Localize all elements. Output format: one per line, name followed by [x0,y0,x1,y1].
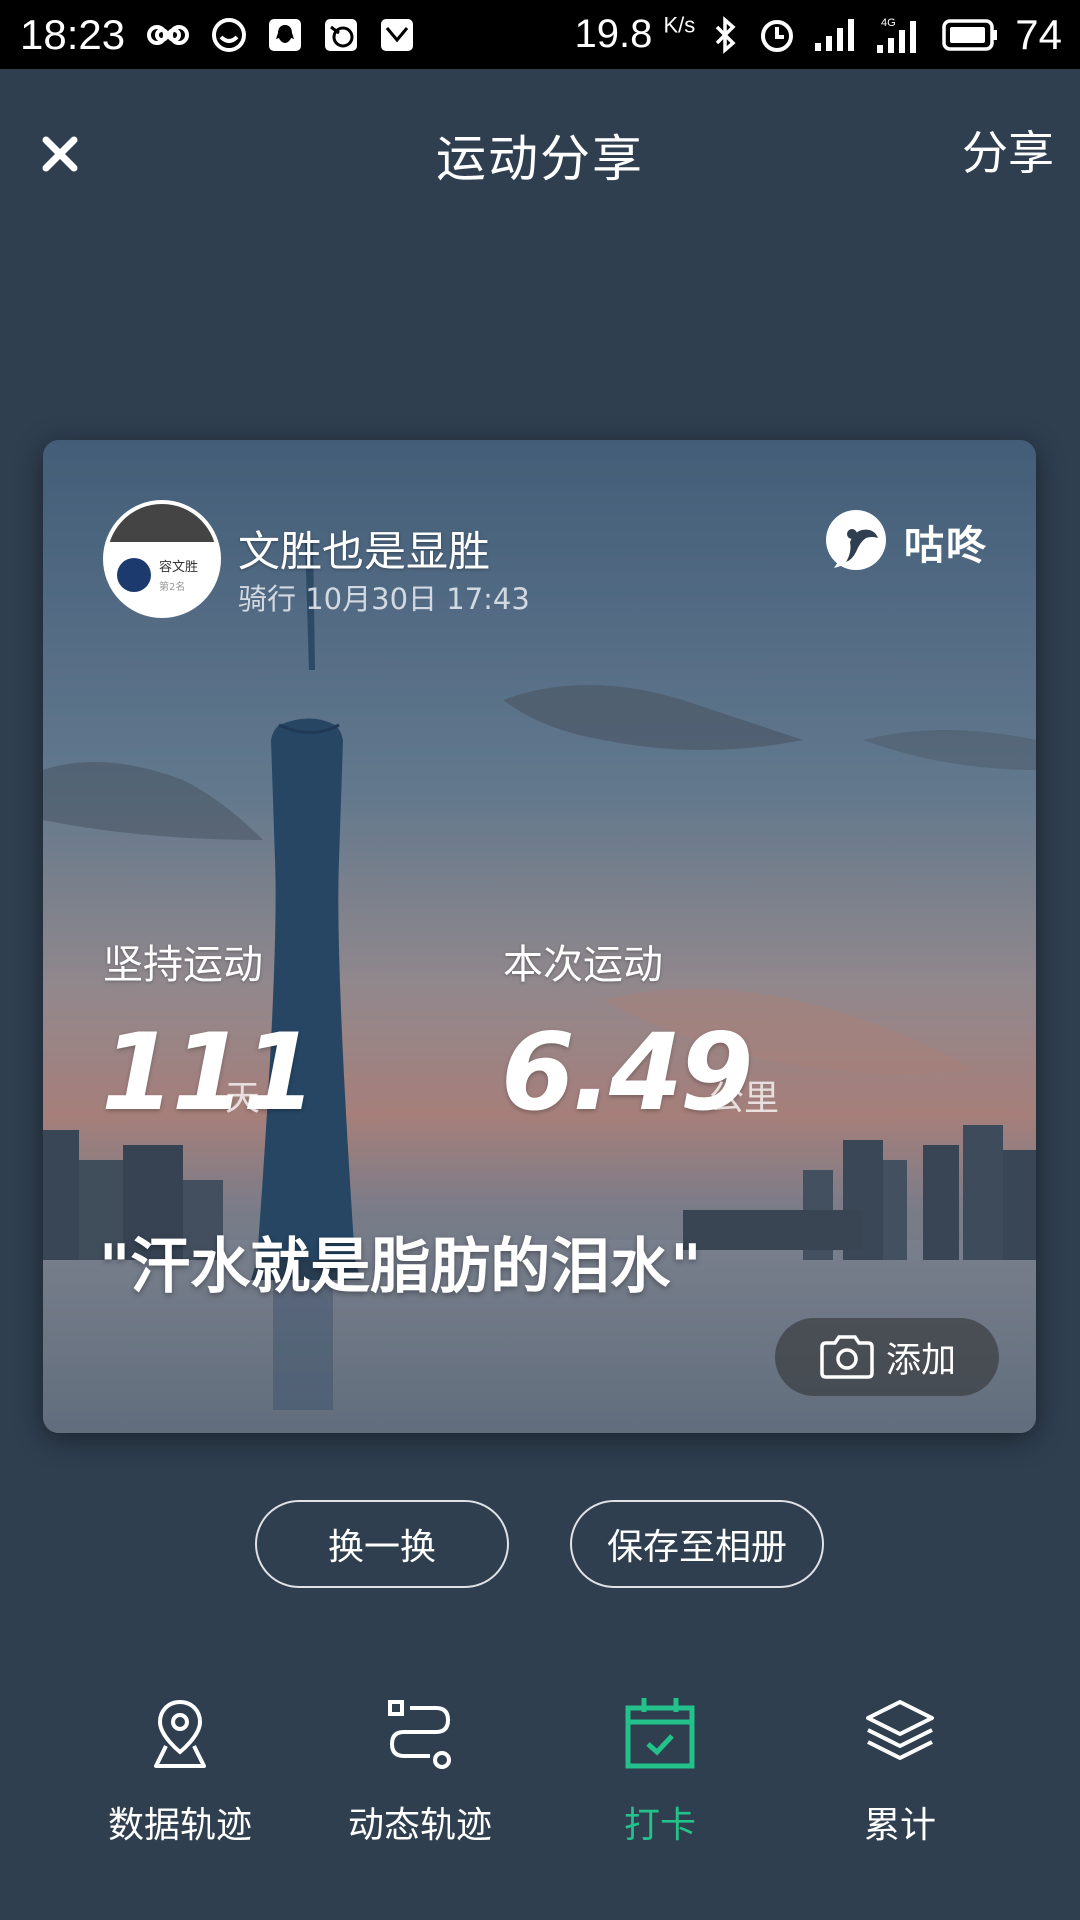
battery-icon [941,18,999,52]
brand: 咕咚 [822,508,988,576]
shuffle-button[interactable]: 换一换 [255,1500,509,1588]
infinity-icon [145,21,191,49]
nav-label-cumulative: 累计 [863,1805,936,1846]
bottom-nav: 数据轨迹 动态轨迹 打卡 累计 [0,1680,1080,1920]
camera-icon [820,1335,874,1379]
status-time: 18:23 [20,10,126,58]
status-left: 18:23 [20,0,415,69]
nav-item-data-track[interactable]: 数据轨迹 [60,1680,300,1880]
share-card: 容文胜 第2名 文胜也是显胜 骑行 10月30日 17:43 咕咚 坚持运动 1… [43,440,1036,1433]
route-icon [388,1700,451,1769]
page-title: 运动分享 [436,130,644,188]
activity-meta: 骑行 10月30日 17:43 [238,582,530,616]
mail-icon [379,17,415,53]
session-unit: 公里 [709,1079,780,1119]
nav-label-data-track: 数据轨迹 [107,1805,252,1846]
nav-item-dynamic-track[interactable]: 动态轨迹 [300,1680,540,1880]
signal-icon [813,17,859,53]
avatar[interactable]: 容文胜 第2名 [103,500,221,618]
add-photo-label: 添加 [885,1340,956,1381]
streak-label: 坚持运动 [103,942,263,988]
codoon-logo-icon [826,510,886,570]
calendar-check-icon [625,1698,695,1769]
battery-level: 74 [1015,10,1062,58]
user-name: 文胜也是显胜 [238,527,491,576]
avatar-header [107,504,217,542]
app-notification-icon [323,17,359,53]
streak-unit: 天 [225,1079,261,1119]
add-photo-button[interactable]: 添加 [775,1318,999,1396]
signal-4g-icon: 4G [875,15,925,55]
quote[interactable]: "汗水就是脂肪的泪水" [99,1218,702,1305]
net-speed: 19.8 K/s [574,12,696,56]
map-pin-icon [154,1699,206,1768]
avatar-sub: 第2名 [159,582,186,593]
share-button[interactable]: 分享 [962,117,1054,183]
net-speed-unit: K/s [663,12,696,38]
brand-name: 咕咚 [904,523,988,569]
header: 运动分享 分享 [0,69,1080,229]
avatar-text: 容文胜 [159,560,199,575]
smiley-icon [211,17,247,53]
session-label: 本次运动 [503,942,663,988]
layers-icon [866,1700,934,1760]
nav-label-check-in: 打卡 [623,1805,696,1846]
bluetooth-icon [711,15,741,55]
streak-value: 111 [101,1011,316,1134]
status-bar: 18:23 19.8 K/s 4G 74 [0,0,1080,69]
qq-icon [267,17,303,53]
svg-text:4G: 4G [881,17,896,29]
status-right: 19.8 K/s 4G 74 [575,0,1063,69]
avatar-logo [117,558,151,592]
nav-label-dynamic-track: 动态轨迹 [347,1805,492,1846]
nav-item-cumulative[interactable]: 累计 [780,1680,1020,1880]
nav-item-check-in[interactable]: 打卡 [540,1680,780,1880]
save-to-album-button[interactable]: 保存至相册 [570,1500,824,1588]
alarm-icon [757,15,797,55]
